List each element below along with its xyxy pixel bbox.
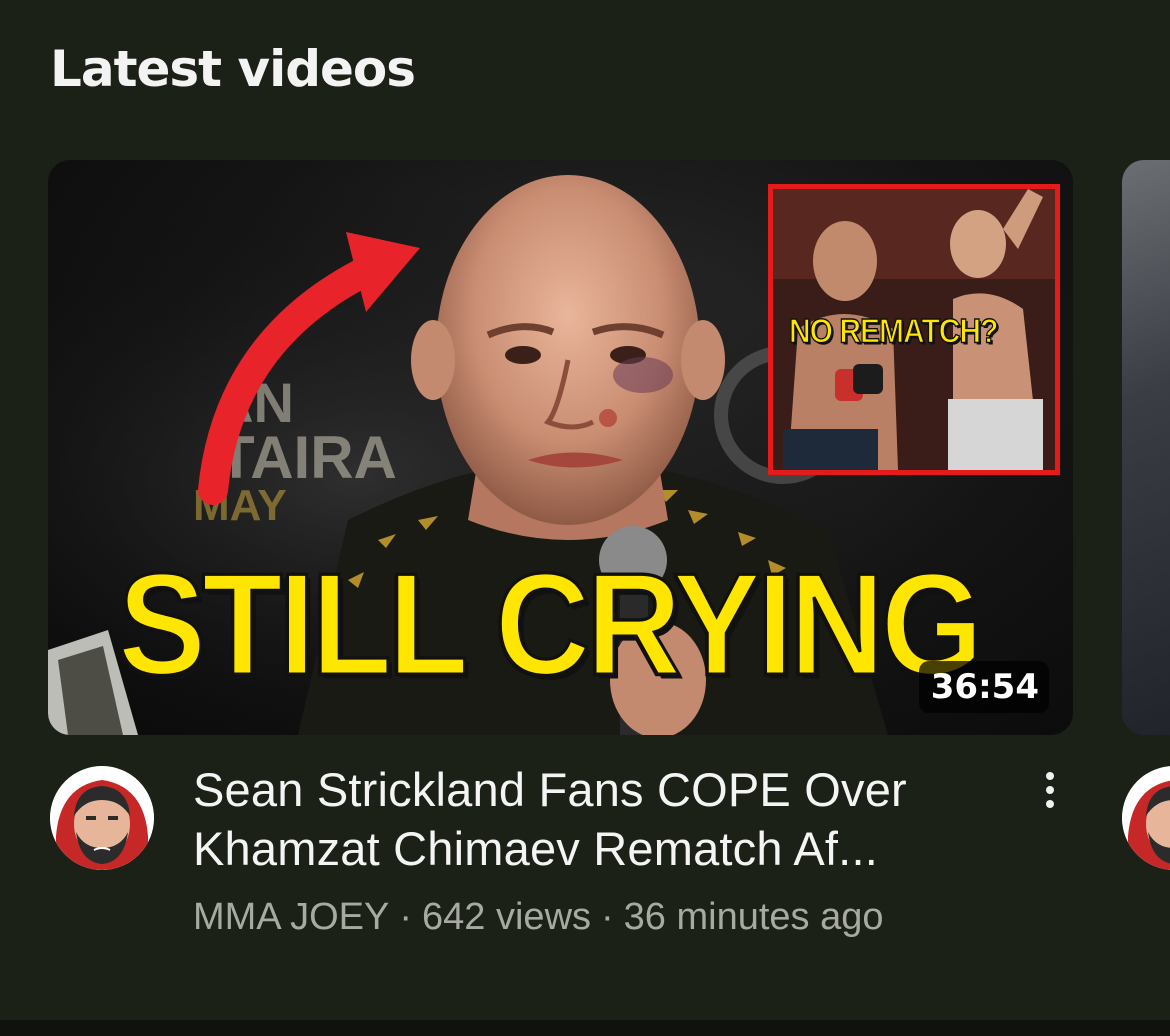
duration-badge: 36:54: [918, 661, 1049, 713]
channel-avatar[interactable]: [50, 766, 154, 870]
channel-name[interactable]: MMA JOEY: [193, 896, 389, 938]
bottom-bar: [0, 1020, 1170, 1036]
more-dot: [1046, 786, 1054, 794]
upload-age: 36 minutes ago: [623, 896, 884, 938]
video-title-line-2: Khamzat Chimaev Rematch Af...: [193, 822, 878, 875]
meta-separator: ·: [601, 896, 614, 938]
thumbnail-headline: STILL CRYING: [116, 543, 984, 705]
video-title[interactable]: Sean Strickland Fans COPE Over Khamzat C…: [193, 760, 1023, 878]
avatar-icon: [50, 766, 154, 870]
section-title: Latest videos: [50, 40, 416, 98]
next-video-thumbnail[interactable]: [1122, 160, 1170, 735]
avatar-icon: [1122, 766, 1170, 870]
video-metadata: MMA JOEY · 642 views · 36 minutes ago: [193, 896, 884, 939]
meta-separator: ·: [399, 896, 413, 938]
more-vert-icon[interactable]: [1030, 768, 1070, 812]
more-dot: [1046, 800, 1054, 808]
next-channel-avatar[interactable]: [1122, 766, 1170, 870]
inset-caption: NO REMATCH?: [788, 312, 999, 351]
view-count: 642 views: [422, 896, 592, 938]
video-thumbnail[interactable]: AN TAIRA MAY NO REMATCH? STILL CRYING 36…: [48, 160, 1073, 735]
video-title-line-1: Sean Strickland Fans COPE Over: [193, 763, 907, 816]
inset-image: NO REMATCH?: [768, 184, 1060, 475]
more-dot: [1046, 772, 1054, 780]
